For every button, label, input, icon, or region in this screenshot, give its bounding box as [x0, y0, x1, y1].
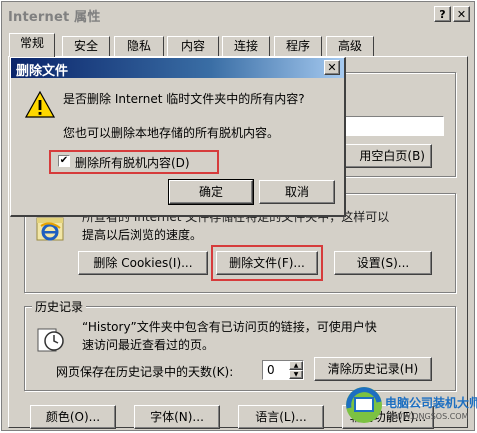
- history-days-value: 0: [267, 363, 275, 377]
- dialog-message-line2: 您也可以删除本地存储的所有脱机内容。: [63, 126, 280, 140]
- history-legend: 历史记录: [32, 298, 87, 315]
- watermark: 电脑公司装机大师 WWW.DNGSOS.COM: [343, 382, 477, 430]
- tab-privacy[interactable]: 隐私: [114, 36, 164, 56]
- delete-files-dialog: 删除文件 ✕ 是否删除 Internet 临时文件夹中的所有内容? 您也可以删除…: [10, 57, 346, 217]
- watermark-url: WWW.DNGSOS.COM: [387, 412, 469, 421]
- dialog-titlebar[interactable]: 删除文件 ✕: [11, 58, 344, 79]
- dialog-ok-button[interactable]: 确定: [168, 179, 254, 205]
- dialog-message-line1: 是否删除 Internet 临时文件夹中的所有内容?: [63, 92, 305, 106]
- tab-content[interactable]: 内容: [167, 36, 219, 56]
- use-blank-page-button[interactable]: 用空白页(B): [340, 144, 432, 168]
- history-desc-line2: 速访问最近查看过的页。: [82, 338, 215, 352]
- tab-programs[interactable]: 程序: [274, 36, 322, 56]
- ie-temp-files-icon: [36, 214, 66, 244]
- delete-offline-checkbox[interactable]: ✔: [58, 155, 70, 167]
- days-down-arrow-icon[interactable]: ▼: [289, 370, 303, 379]
- history-icon: [36, 324, 66, 354]
- clear-history-button[interactable]: 清除历史记录(H): [314, 357, 432, 381]
- watermark-brand: 电脑公司装机大师: [385, 396, 477, 410]
- watermark-logo-icon: [346, 387, 382, 423]
- delete-cookies-button[interactable]: 删除 Cookies(I)...: [78, 251, 208, 275]
- days-up-arrow-icon[interactable]: ▲: [289, 361, 303, 370]
- colors-button[interactable]: 颜色(O)...: [30, 405, 116, 429]
- history-desc-line1: “History”文件夹中包含有已访问页的链接，可使用户快: [82, 320, 377, 334]
- window-title: Internet 属性: [8, 10, 101, 25]
- window-titlebar[interactable]: Internet 属性 ? ✕: [2, 2, 473, 25]
- tab-security[interactable]: 安全: [62, 36, 110, 56]
- tab-general[interactable]: 常规: [9, 33, 55, 57]
- dialog-close-button[interactable]: ✕: [324, 60, 340, 75]
- checkmark-icon: ✔: [59, 155, 69, 166]
- warning-icon: [24, 90, 56, 120]
- delete-files-button[interactable]: 删除文件(F)...: [216, 251, 318, 275]
- delete-offline-label: 删除所有脱机内容(D): [75, 156, 190, 170]
- languages-button[interactable]: 语言(L)...: [238, 405, 324, 429]
- home-address-input[interactable]: [340, 116, 444, 136]
- history-days-label: 网页保存在历史记录中的天数(K):: [56, 365, 234, 379]
- dialog-title: 删除文件: [16, 64, 69, 79]
- fonts-button[interactable]: 字体(N)...: [134, 405, 220, 429]
- help-button[interactable]: ?: [434, 6, 451, 22]
- window-close-button[interactable]: ✕: [453, 6, 470, 22]
- dialog-cancel-button[interactable]: 取消: [259, 180, 335, 204]
- temp-files-desc-line2: 提高以后浏览的速度。: [82, 228, 203, 242]
- settings-button[interactable]: 设置(S)...: [334, 251, 432, 275]
- tab-advanced[interactable]: 高级: [326, 36, 374, 56]
- tab-connections[interactable]: 连接: [222, 36, 270, 56]
